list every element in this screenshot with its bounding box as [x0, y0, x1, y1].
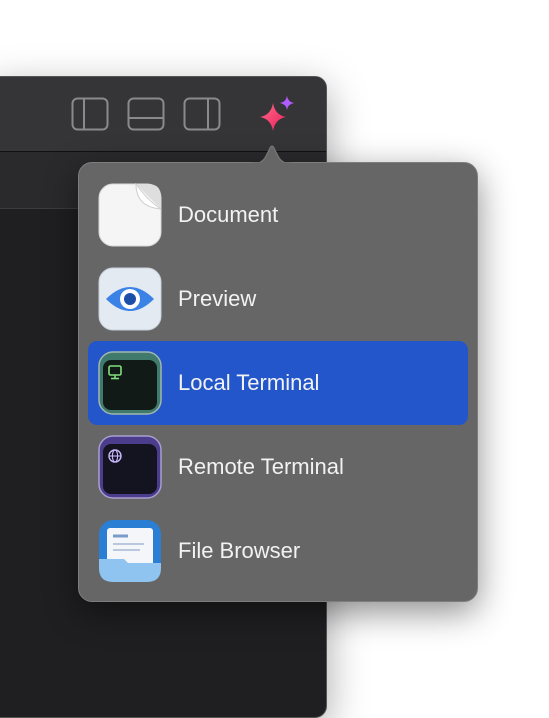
eye-icon: [98, 267, 162, 331]
remote-terminal-icon: [98, 435, 162, 499]
document-icon: [98, 183, 162, 247]
menu-item-file-browser[interactable]: File Browser: [88, 509, 468, 593]
local-terminal-icon: [98, 351, 162, 415]
folder-icon: [98, 519, 162, 583]
sparkle-plus-icon: [257, 96, 301, 138]
toggle-left-sidebar-button[interactable]: [71, 97, 109, 131]
menu-item-label: Preview: [178, 286, 257, 311]
toggle-right-sidebar-button[interactable]: [183, 97, 221, 131]
menu-item-local-terminal[interactable]: Local Terminal: [88, 341, 468, 425]
new-item-button[interactable]: [257, 94, 301, 134]
menu-item-label: Document: [178, 202, 279, 227]
menu-item-remote-terminal[interactable]: Remote Terminal: [88, 425, 468, 509]
popover-arrow: [252, 145, 292, 164]
menu-item-preview[interactable]: Preview: [88, 257, 468, 341]
panel-bottom-icon: [127, 97, 165, 131]
menu-item-document[interactable]: Document: [88, 173, 468, 257]
toggle-bottom-panel-button[interactable]: [127, 97, 165, 131]
new-item-popover: Document Preview Local Terminal Remote T…: [78, 162, 478, 602]
menu-item-label: Remote Terminal: [178, 454, 344, 479]
sidebar-left-icon: [71, 97, 109, 131]
menu-item-label: File Browser: [178, 538, 301, 563]
menu-item-label: Local Terminal: [178, 370, 320, 395]
sidebar-right-icon: [183, 97, 221, 131]
window-toolbar: [0, 77, 326, 152]
